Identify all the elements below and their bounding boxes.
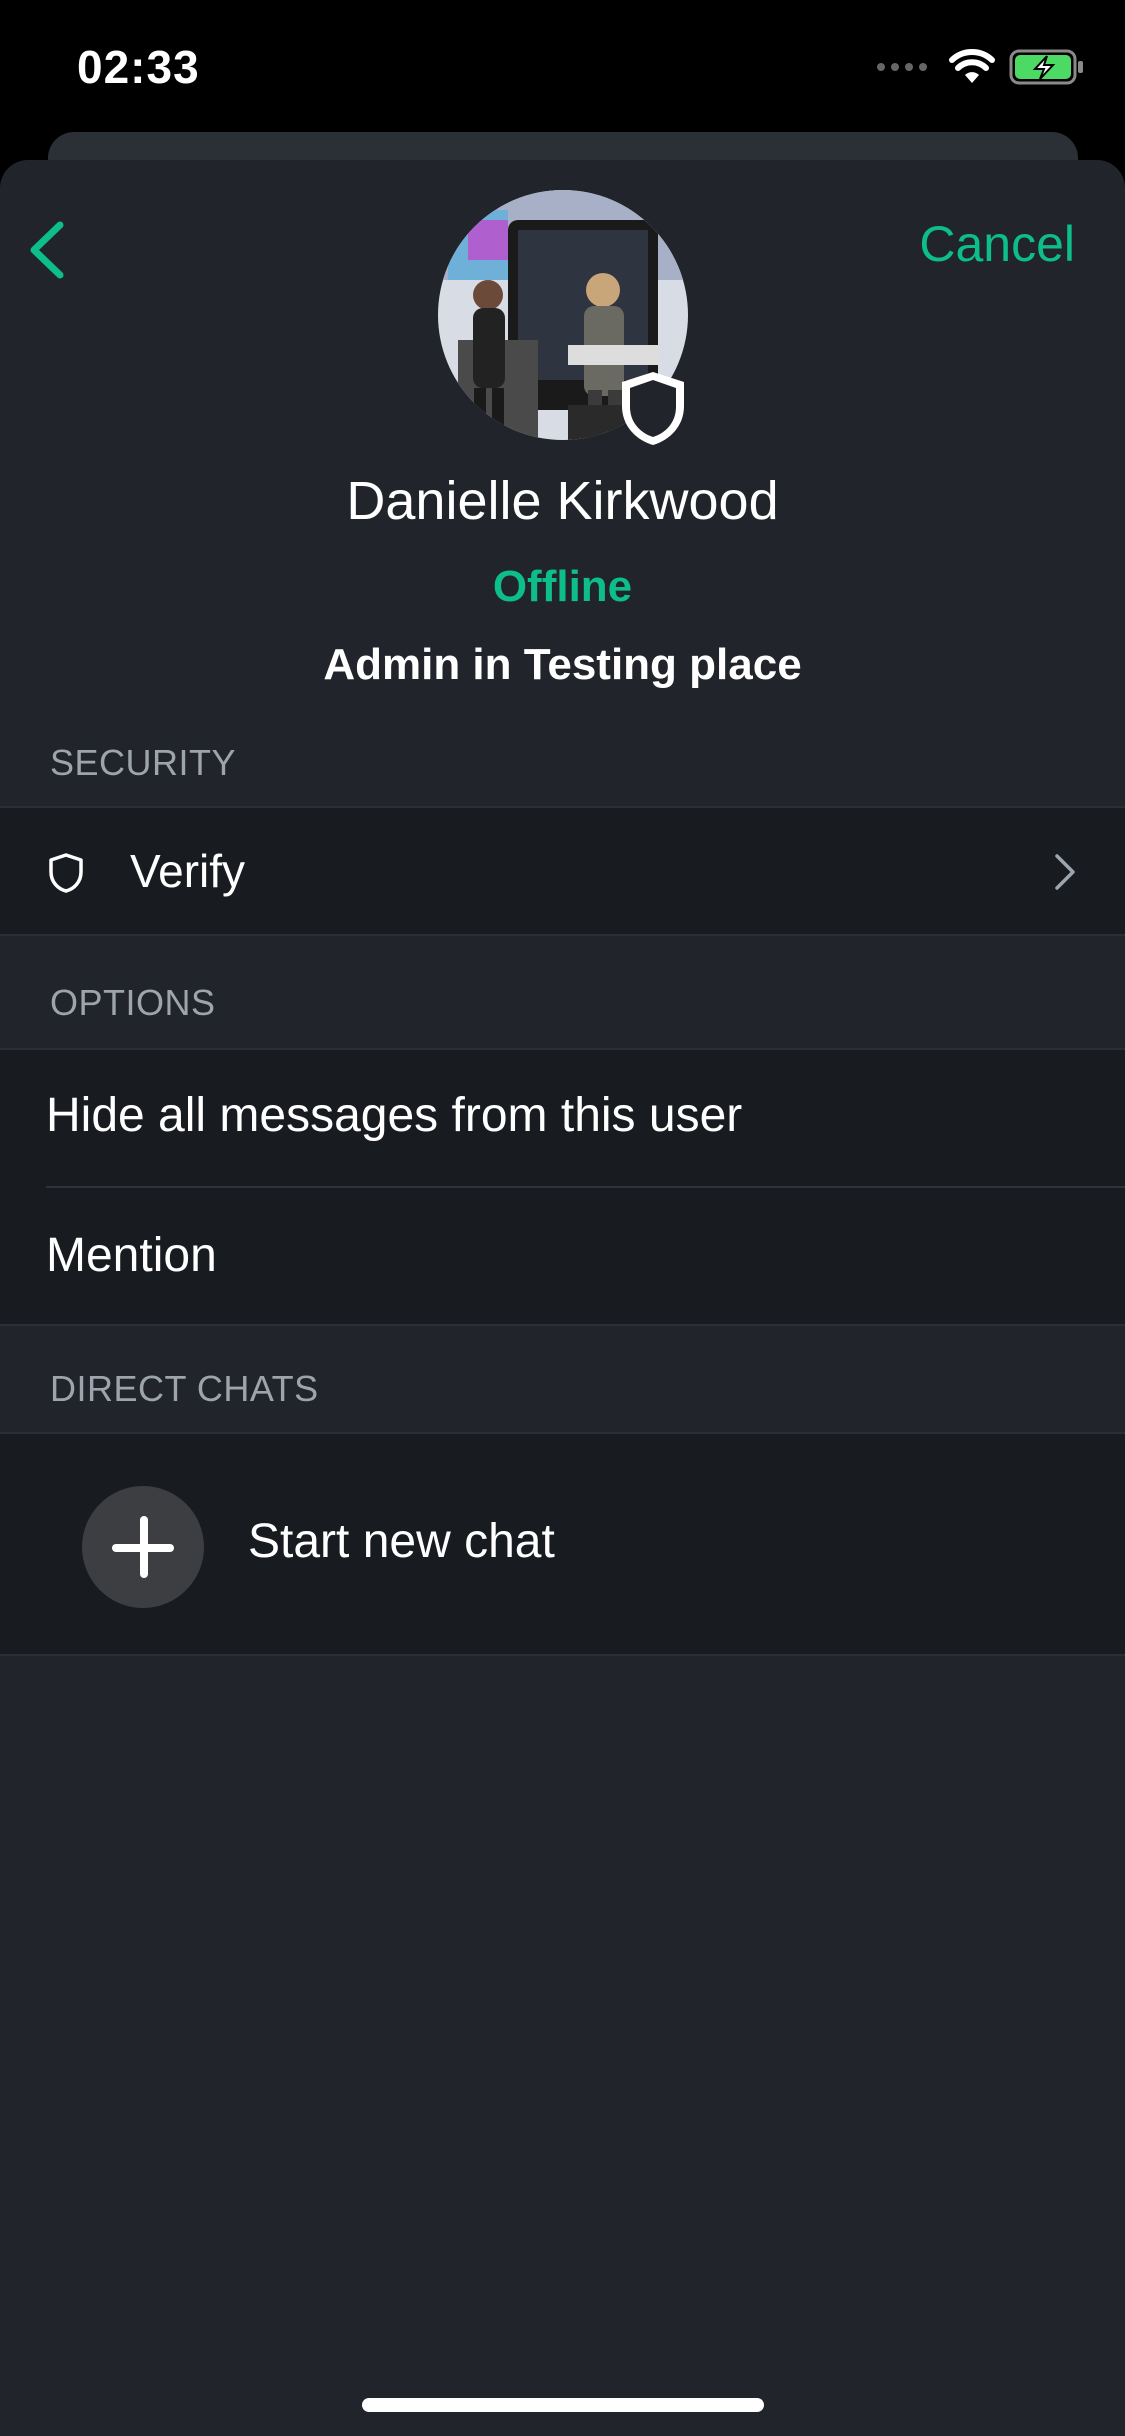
direct-chats-section-header: DIRECT CHATS xyxy=(50,1368,319,1409)
verify-row[interactable]: Verify xyxy=(0,806,1125,936)
mention-option[interactable]: Mention xyxy=(46,1228,217,1283)
verify-label: Verify xyxy=(130,845,246,897)
cellular-signal-icon xyxy=(877,63,927,71)
battery-charging-icon xyxy=(1009,49,1083,85)
wifi-icon xyxy=(949,49,995,83)
back-button[interactable] xyxy=(22,215,72,285)
home-indicator[interactable] xyxy=(362,2398,764,2412)
start-new-chat-row[interactable]: Start new chat xyxy=(0,1432,1125,1656)
chevron-left-icon xyxy=(30,221,64,279)
hide-messages-option[interactable]: Hide all messages from this user xyxy=(46,1088,742,1143)
security-section-header: SECURITY xyxy=(50,742,237,783)
chevron-right-icon xyxy=(1053,852,1077,892)
status-bar: 02:33 xyxy=(0,0,1125,140)
options-list: Hide all messages from this user Mention xyxy=(0,1048,1125,1326)
plus-icon xyxy=(82,1486,204,1608)
power-level-label: Admin in Testing place xyxy=(323,640,802,689)
options-section-header: OPTIONS xyxy=(50,982,216,1023)
status-icons xyxy=(877,48,1085,86)
start-new-chat-label: Start new chat xyxy=(248,1515,555,1568)
cancel-button[interactable]: Cancel xyxy=(919,215,1075,273)
options-divider xyxy=(46,1186,1125,1188)
shield-icon xyxy=(616,368,690,448)
display-name: Danielle Kirkwood xyxy=(346,471,779,531)
status-time: 02:33 xyxy=(77,41,200,93)
shield-icon xyxy=(48,852,84,894)
user-info-sheet: Cancel Danielle Kirkwood Offline Admin i… xyxy=(0,160,1125,2436)
avatar-container[interactable] xyxy=(438,190,688,445)
presence-status: Offline xyxy=(492,562,633,611)
